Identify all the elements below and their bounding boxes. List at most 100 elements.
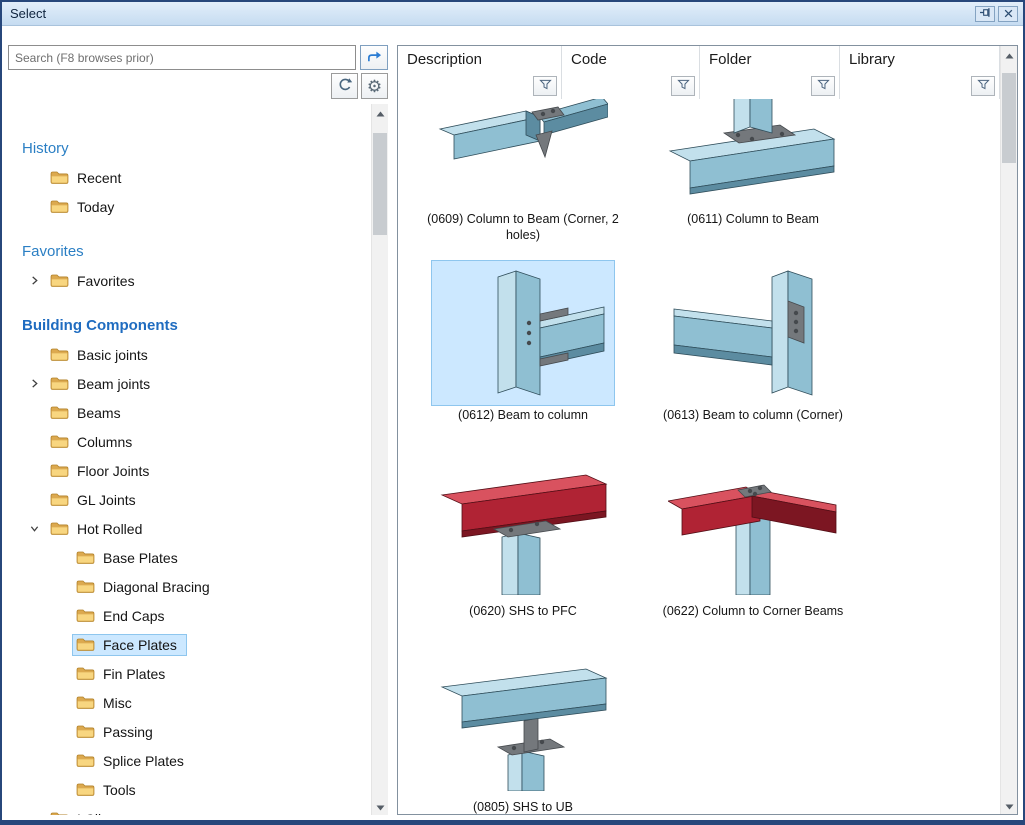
tree-item-hot-rolled[interactable]: Hot Rolled xyxy=(8,514,371,543)
column-header-label: Code xyxy=(562,46,699,72)
component-thumbnail[interactable] xyxy=(431,260,615,406)
results-scroll-track[interactable] xyxy=(1001,63,1017,797)
tree-item-chip: Beam joints xyxy=(46,373,160,395)
chevron-right-icon[interactable] xyxy=(22,275,46,286)
tree-item-chip: Face Plates xyxy=(72,634,187,656)
tree-scroll-up-button[interactable] xyxy=(372,104,388,121)
tree-item-passing[interactable]: Passing xyxy=(8,717,371,746)
funnel-icon xyxy=(817,78,830,93)
component-item[interactable]: (0613) Beam to column (Corner) xyxy=(638,260,868,456)
component-caption: (0612) Beam to column xyxy=(458,408,588,424)
tree-item-label: GL Joints xyxy=(77,492,136,508)
component-item[interactable]: (0611) Column to Beam xyxy=(638,99,868,260)
tree-item-misc[interactable]: Misc xyxy=(8,688,371,717)
results-scroll-up-button[interactable] xyxy=(1001,46,1017,63)
tree-section-history[interactable]: History xyxy=(8,134,371,163)
filter-button-code[interactable] xyxy=(671,76,695,96)
tree-item-label: Favorites xyxy=(77,273,135,289)
folder-icon xyxy=(50,347,70,362)
results-scrollbar[interactable] xyxy=(1000,46,1017,814)
component-thumbnail[interactable] xyxy=(431,652,615,798)
component-thumbnail[interactable] xyxy=(661,99,845,210)
results-scroll-thumb[interactable] xyxy=(1002,73,1016,163)
tree-scroll-track[interactable] xyxy=(372,121,388,798)
search-go-button[interactable] xyxy=(360,45,388,70)
tree-item-basic-joints[interactable]: Basic joints xyxy=(8,340,371,369)
tree-scrollbar[interactable] xyxy=(371,104,388,815)
tree-item-label: I Clips xyxy=(77,811,116,816)
tree-item-label: End Caps xyxy=(103,608,164,624)
tree-item-fin-plates[interactable]: Fin Plates xyxy=(8,659,371,688)
triangle-down-icon xyxy=(376,798,385,816)
tree-item-chip: Diagonal Bracing xyxy=(72,576,220,598)
settings-button[interactable]: ⚙ xyxy=(361,73,388,99)
filter-row xyxy=(398,72,561,99)
triangle-up-icon xyxy=(376,104,385,122)
tree-spacer xyxy=(8,221,371,237)
search-input[interactable] xyxy=(8,45,356,70)
tree-scroll-down-button[interactable] xyxy=(372,798,388,815)
filter-row xyxy=(700,72,839,99)
filter-button-description[interactable] xyxy=(533,76,557,96)
component-thumbnail[interactable] xyxy=(661,260,845,406)
component-thumbnail[interactable] xyxy=(431,456,615,602)
tree-area: HistoryRecent Today Favorites Favorites Buil… xyxy=(8,104,388,815)
tree-item-end-caps[interactable]: End Caps xyxy=(8,601,371,630)
column-header-description[interactable]: Description xyxy=(398,46,562,99)
tree-scroll-thumb[interactable] xyxy=(373,133,387,235)
chevron-down-icon[interactable] xyxy=(22,524,46,533)
tree-item-tools[interactable]: Tools xyxy=(8,775,371,804)
filter-button-library[interactable] xyxy=(971,76,995,96)
tree-spacer xyxy=(8,295,371,311)
component-item[interactable]: (0805) SHS to UB xyxy=(408,652,638,814)
column-header-label: Folder xyxy=(700,46,839,72)
tree-item-i-clips[interactable]: I Clips xyxy=(8,804,371,815)
tree-item-diagonal-bracing[interactable]: Diagonal Bracing xyxy=(8,572,371,601)
filter-button-folder[interactable] xyxy=(811,76,835,96)
chevron-right-icon[interactable] xyxy=(22,378,46,389)
funnel-icon xyxy=(677,78,690,93)
component-grid: (0609) Column to Beam (Corner, 2 holes)(… xyxy=(398,99,1000,814)
results-scroll-down-button[interactable] xyxy=(1001,797,1017,814)
component-item[interactable]: (0622) Column to Corner Beams xyxy=(638,456,868,652)
tree-item-label: Passing xyxy=(103,724,153,740)
tree-item-chip: I Clips xyxy=(46,808,126,816)
pin-button[interactable] xyxy=(975,6,995,22)
tree-section-favorites[interactable]: Favorites xyxy=(8,237,371,266)
column-header-folder[interactable]: Folder xyxy=(700,46,840,99)
triangle-up-icon xyxy=(1005,46,1014,64)
folder-icon xyxy=(76,608,96,623)
column-header-code[interactable]: Code xyxy=(562,46,700,99)
left-panel: ⚙ HistoryRecent Today Favorites Favorites Bu… xyxy=(8,45,388,815)
component-caption: (0805) SHS to UB xyxy=(473,800,573,814)
tree-item-beams[interactable]: Beams xyxy=(8,398,371,427)
tree-item-floor-joints[interactable]: Floor Joints xyxy=(8,456,371,485)
tree-item-face-plates[interactable]: Face Plates xyxy=(8,630,371,659)
results-panel: DescriptionCodeFolderLibrary (0609) Colu… xyxy=(397,45,1018,815)
folder-icon xyxy=(50,463,70,478)
tree-item-recent[interactable]: Recent xyxy=(8,163,371,192)
folder-icon xyxy=(76,724,96,739)
component-thumbnail[interactable] xyxy=(431,99,615,210)
component-item[interactable]: (0612) Beam to column xyxy=(408,260,638,456)
close-button[interactable] xyxy=(998,6,1018,22)
component-caption: (0622) Column to Corner Beams xyxy=(663,604,844,620)
tree-item-splice-plates[interactable]: Splice Plates xyxy=(8,746,371,775)
refresh-button[interactable] xyxy=(331,73,358,99)
tree-item-today[interactable]: Today xyxy=(8,192,371,221)
tree-item-base-plates[interactable]: Base Plates xyxy=(8,543,371,572)
component-thumbnail[interactable] xyxy=(661,456,845,602)
tree-item-favorites[interactable]: Favorites xyxy=(8,266,371,295)
tree-item-beam-joints[interactable]: Beam joints xyxy=(8,369,371,398)
filter-row xyxy=(840,72,999,99)
select-window: Select ⚙ HistoryRecentTodayFavoritesFavo… xyxy=(0,0,1025,825)
column-header-library[interactable]: Library xyxy=(840,46,1000,99)
tree-item-chip: Today xyxy=(46,196,124,218)
tree-section-building-components[interactable]: Building Components xyxy=(8,311,371,340)
component-item[interactable]: (0620) SHS to PFC xyxy=(408,456,638,652)
tree-item-columns[interactable]: Columns xyxy=(8,427,371,456)
tree-item-gl-joints[interactable]: GL Joints xyxy=(8,485,371,514)
component-item[interactable]: (0609) Column to Beam (Corner, 2 holes) xyxy=(408,99,638,260)
folder-icon xyxy=(76,550,96,565)
folder-icon xyxy=(50,811,70,815)
